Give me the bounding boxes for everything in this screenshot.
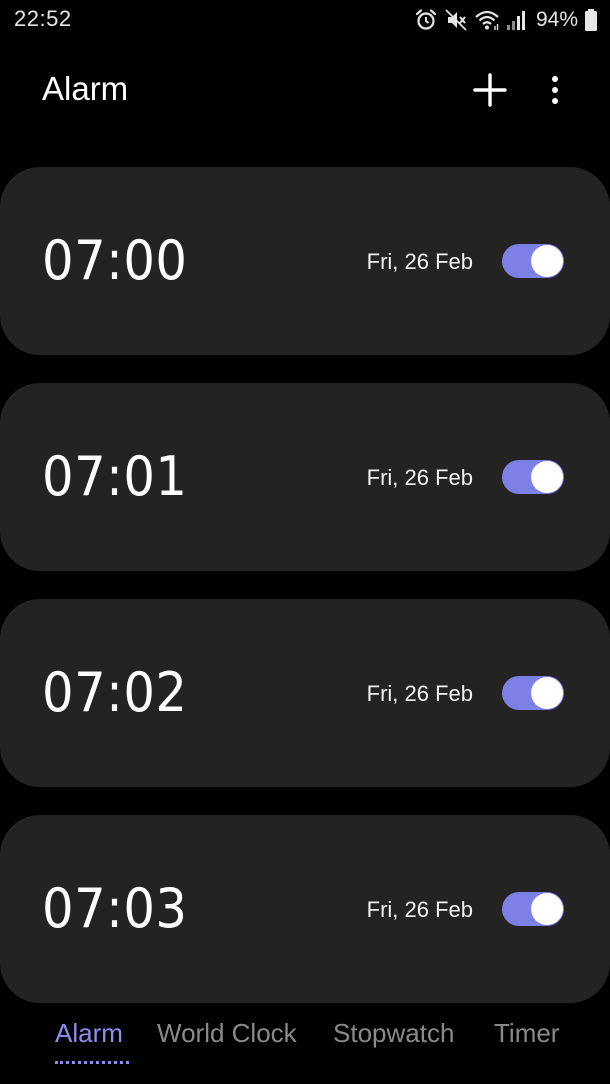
toggle-knob — [531, 245, 563, 277]
alarm-time: 07:02 — [42, 661, 188, 724]
signal-icon — [506, 8, 528, 32]
wifi-icon — [474, 8, 500, 32]
alarm-card[interactable]: 07:00 Fri, 26 Feb — [0, 167, 610, 355]
alarm-toggle[interactable] — [502, 460, 564, 494]
status-bar: 22:52 94% — [0, 0, 610, 44]
battery-percent: 94% — [535, 8, 578, 31]
page-title: Alarm — [42, 70, 129, 107]
alarm-card[interactable]: 07:03 Fri, 26 Feb — [0, 815, 610, 1003]
active-tab-indicator — [55, 1061, 129, 1064]
status-time: 22:52 — [14, 6, 72, 31]
alarm-card[interactable]: 07:02 Fri, 26 Feb — [0, 599, 610, 787]
alarm-toggle[interactable] — [502, 244, 564, 278]
tab-world-clock[interactable]: World Clock — [157, 1018, 297, 1049]
alarm-list: 07:00 Fri, 26 Feb 07:01 Fri, 26 Feb 07:0… — [0, 167, 610, 1031]
alarm-toggle[interactable] — [502, 892, 564, 926]
tab-timer[interactable]: Timer — [494, 1018, 559, 1049]
toggle-knob — [531, 461, 563, 493]
alarm-time: 07:01 — [42, 445, 188, 508]
alarm-date: Fri, 26 Feb — [366, 681, 473, 706]
alarm-date: Fri, 26 Feb — [366, 897, 473, 922]
alarm-time: 07:03 — [42, 877, 188, 940]
mute-icon — [444, 8, 468, 32]
alarm-time: 07:00 — [42, 229, 188, 292]
plus-icon — [473, 73, 507, 107]
bottom-tab-bar: Alarm World Clock Stopwatch Timer — [0, 1010, 610, 1070]
toggle-knob — [531, 893, 563, 925]
alarm-date: Fri, 26 Feb — [366, 465, 473, 490]
more-options-button[interactable] — [540, 70, 570, 110]
alarm-card[interactable]: 07:01 Fri, 26 Feb — [0, 383, 610, 571]
alarm-icon — [414, 8, 438, 32]
alarm-date: Fri, 26 Feb — [366, 249, 473, 274]
more-vertical-icon — [552, 76, 558, 104]
app-header: Alarm — [0, 56, 610, 126]
tab-alarm[interactable]: Alarm — [55, 1018, 123, 1049]
add-alarm-button[interactable] — [470, 70, 510, 110]
toggle-knob — [531, 677, 563, 709]
battery-icon — [584, 8, 598, 32]
status-icons: 94% — [414, 6, 598, 34]
alarm-toggle[interactable] — [502, 676, 564, 710]
tab-stopwatch[interactable]: Stopwatch — [333, 1018, 454, 1049]
